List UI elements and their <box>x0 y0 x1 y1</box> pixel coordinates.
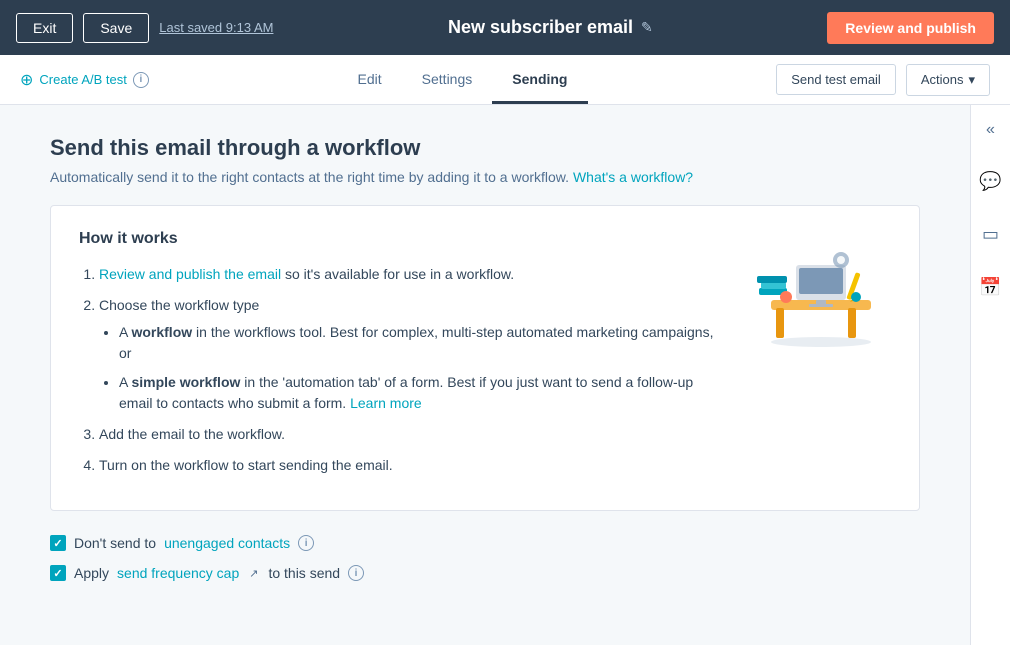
send-test-email-button[interactable]: Send test email <box>776 64 896 95</box>
whats-workflow-link[interactable]: What's a workflow? <box>573 169 693 185</box>
card-icon[interactable]: ▭ <box>976 218 1005 251</box>
top-bar-right: Review and publish <box>827 12 994 44</box>
step-4: Turn on the workflow to start sending th… <box>99 455 721 476</box>
top-bar-left: Exit Save Last saved 9:13 AM <box>16 13 273 43</box>
review-publish-button[interactable]: Review and publish <box>827 12 994 44</box>
calendar-icon[interactable]: 📅 <box>973 271 1007 304</box>
workflow-illustration <box>741 230 891 350</box>
main-content: Send this email through a workflow Autom… <box>0 105 970 645</box>
simple-workflow-bold: simple workflow <box>131 374 240 390</box>
ab-test-info-icon[interactable]: i <box>133 72 149 88</box>
send-frequency-cap-checkbox[interactable] <box>50 565 66 581</box>
unengaged-label-prefix: Don't send to <box>74 535 156 551</box>
unengaged-contacts-info-icon[interactable]: i <box>298 535 314 551</box>
how-it-works-title: How it works <box>79 230 721 248</box>
send-frequency-cap-row: Apply send frequency cap ↗ to this send … <box>50 565 920 581</box>
top-bar-center: New subscriber email ✎ <box>283 17 817 38</box>
unengaged-contacts-checkbox[interactable] <box>50 535 66 551</box>
edit-icon[interactable]: ✎ <box>641 19 653 36</box>
section-subtitle: Automatically send it to the right conta… <box>50 169 920 185</box>
ab-test-icon: ⊕ <box>20 70 33 90</box>
tab-settings[interactable]: Settings <box>402 57 493 104</box>
send-frequency-cap-info-icon[interactable]: i <box>348 565 364 581</box>
apply-label-prefix: Apply <box>74 565 109 581</box>
review-publish-link[interactable]: Review and publish the email <box>99 266 281 282</box>
step-1-text: so it's available for use in a workflow. <box>285 266 514 282</box>
step-2: Choose the workflow type A workflow in t… <box>99 295 721 414</box>
learn-more-link[interactable]: Learn more <box>350 395 422 411</box>
workflow-bold: workflow <box>131 324 192 340</box>
nav-actions: Send test email Actions ▾ <box>776 64 990 96</box>
tab-sending[interactable]: Sending <box>492 57 587 104</box>
step-4-text: Turn on the workflow to start sending th… <box>99 457 393 473</box>
steps-list: Review and publish the email so it's ava… <box>79 264 721 476</box>
step-2-sublist: A workflow in the workflows tool. Best f… <box>99 322 721 414</box>
save-button[interactable]: Save <box>83 13 149 43</box>
exit-button[interactable]: Exit <box>16 13 73 43</box>
right-sidebar: « 💬 ▭ 📅 <box>970 105 1010 645</box>
actions-button[interactable]: Actions ▾ <box>906 64 990 96</box>
collapse-sidebar-icon[interactable]: « <box>980 115 1001 145</box>
step-2-text: Choose the workflow type <box>99 297 259 313</box>
actions-chevron-icon: ▾ <box>968 72 975 88</box>
how-it-works-content: How it works Review and publish the emai… <box>79 230 721 486</box>
page-title: New subscriber email <box>448 17 633 38</box>
unengaged-contacts-row: Don't send to unengaged contacts i <box>50 535 920 551</box>
top-bar: Exit Save Last saved 9:13 AM New subscri… <box>0 0 1010 55</box>
chat-icon[interactable]: 💬 <box>973 165 1007 198</box>
step-1: Review and publish the email so it's ava… <box>99 264 721 285</box>
section-title: Send this email through a workflow <box>50 135 920 161</box>
nav-tabs: Edit Settings Sending <box>149 57 776 103</box>
ab-test-nav[interactable]: ⊕ Create A/B test i <box>20 70 149 90</box>
how-it-works-card: How it works Review and publish the emai… <box>50 205 920 511</box>
ab-test-label[interactable]: Create A/B test <box>39 72 126 87</box>
step-3-text: Add the email to the workflow. <box>99 426 285 442</box>
unengaged-contacts-link[interactable]: unengaged contacts <box>164 535 290 551</box>
actions-label: Actions <box>921 72 964 87</box>
external-link-icon[interactable]: ↗ <box>249 567 258 580</box>
last-saved-text[interactable]: Last saved 9:13 AM <box>159 20 273 35</box>
step-3: Add the email to the workflow. <box>99 424 721 445</box>
apply-label-suffix: to this send <box>268 565 340 581</box>
send-frequency-cap-link[interactable]: send frequency cap <box>117 565 239 581</box>
sub-step-2: A simple workflow in the 'automation tab… <box>119 372 721 414</box>
sub-step-1: A workflow in the workflows tool. Best f… <box>119 322 721 364</box>
tab-edit[interactable]: Edit <box>338 57 402 104</box>
nav-bar: ⊕ Create A/B test i Edit Settings Sendin… <box>0 55 1010 105</box>
